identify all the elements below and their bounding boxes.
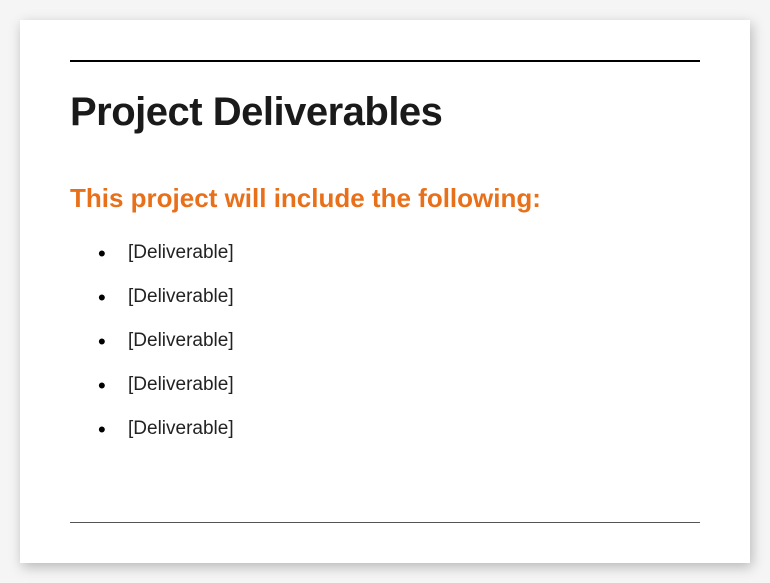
list-item: [Deliverable]: [98, 286, 700, 308]
list-item: [Deliverable]: [98, 418, 700, 440]
section-subheading: This project will include the following:: [70, 183, 700, 214]
list-item: [Deliverable]: [98, 330, 700, 352]
deliverables-list: [Deliverable] [Deliverable] [Deliverable…: [70, 242, 700, 440]
page-title: Project Deliverables: [70, 90, 700, 135]
list-item: [Deliverable]: [98, 374, 700, 396]
list-item: [Deliverable]: [98, 242, 700, 264]
document-page: Project Deliverables This project will i…: [20, 20, 750, 563]
bottom-rule: [70, 522, 700, 523]
top-rule: [70, 60, 700, 62]
